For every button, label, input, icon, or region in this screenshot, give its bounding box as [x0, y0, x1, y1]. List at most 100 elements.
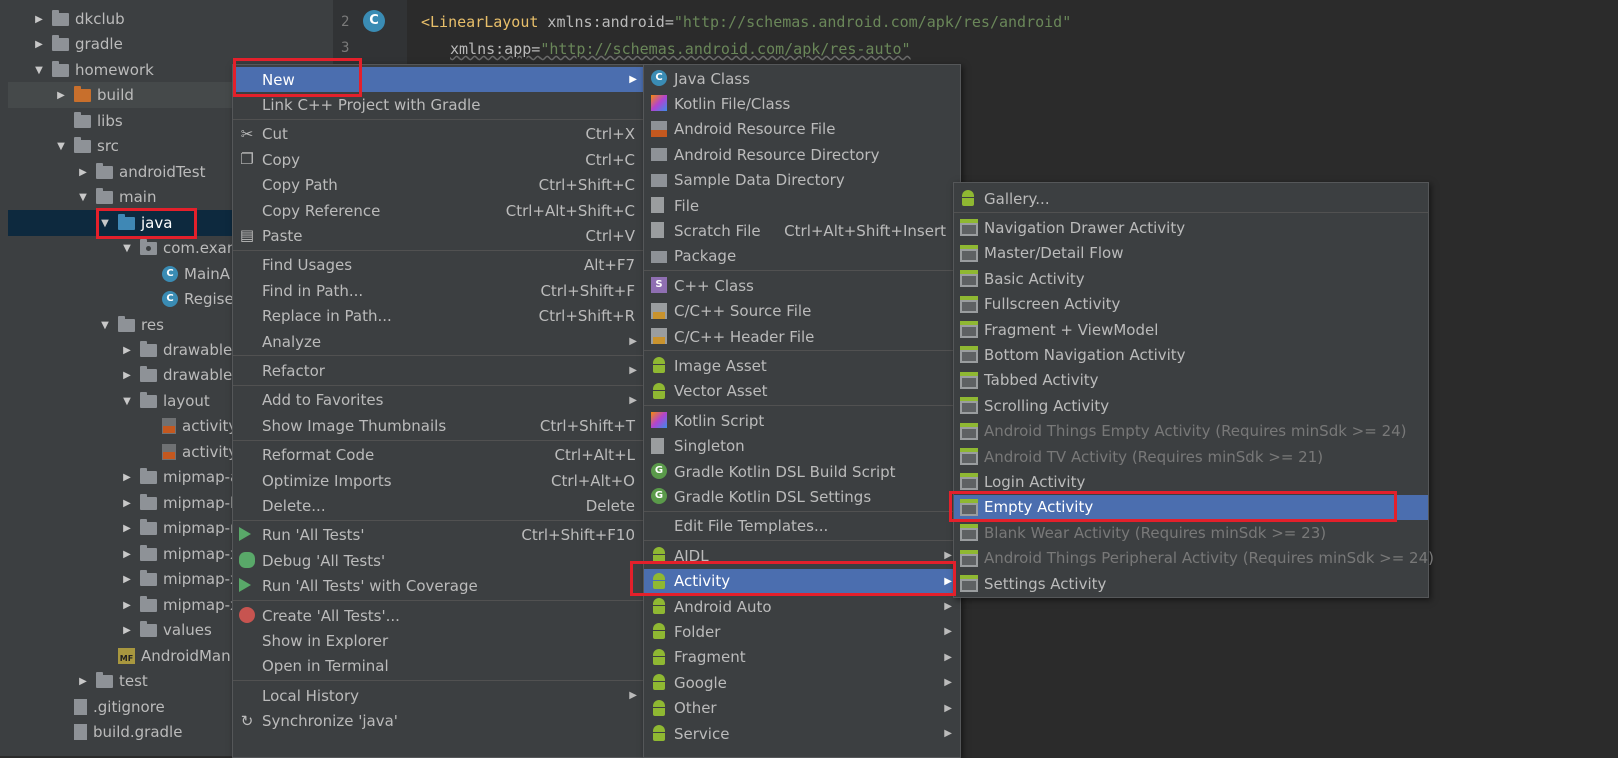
menu-item-fragment[interactable]: Fragment ▶ [644, 645, 960, 670]
menu-item-android-tv-activity-requires-minsdk-21: Android TV Activity (Requires minSdk >= … [954, 444, 1428, 469]
expanded-arrow-icon[interactable]: ▼ [32, 65, 46, 76]
menu-item-android-resource-directory[interactable]: Android Resource Directory [644, 142, 960, 167]
tree-item-label: mipmap-x [163, 545, 239, 563]
menu-item-image-asset[interactable]: Image Asset [644, 353, 960, 378]
menu-item-add-to-favorites[interactable]: Add to Favorites ▶ [233, 388, 645, 413]
menu-item-fullscreen-activity[interactable]: Fullscreen Activity [954, 292, 1428, 317]
expanded-arrow-icon[interactable]: ▼ [54, 141, 68, 152]
menu-item-android-resource-file[interactable]: Android Resource File [644, 117, 960, 142]
tree-item-gradle[interactable]: ▶ gradle [8, 31, 333, 57]
menu-item-run-all-tests[interactable]: Run 'All Tests' Ctrl+Shift+F10 [233, 523, 645, 548]
menu-item-package[interactable]: Package [644, 244, 960, 269]
menu-item-optimize-imports[interactable]: Optimize Imports Ctrl+Alt+O [233, 468, 645, 493]
menu-item-gradle-kotlin-dsl-settings[interactable]: G Gradle Kotlin DSL Settings [644, 484, 960, 509]
menu-item-scrolling-activity[interactable]: Scrolling Activity [954, 393, 1428, 418]
collapsed-arrow-icon[interactable]: ▶ [54, 90, 68, 101]
tree-item-label: mipmap-a [163, 468, 240, 486]
menu-item-label: Open in Terminal [262, 657, 389, 676]
tree-item-dkclub[interactable]: ▶ dkclub [8, 6, 333, 32]
menu-item-copy-reference[interactable]: Copy Reference Ctrl+Alt+Shift+C [233, 198, 645, 223]
expanded-arrow-icon[interactable]: ▼ [120, 396, 134, 407]
menu-item-show-in-explorer[interactable]: Show in Explorer [233, 628, 645, 653]
menu-item-label: Kotlin Script [674, 411, 765, 430]
menu-item-label: Master/Detail Flow [984, 244, 1124, 263]
tree-item-label: test [119, 672, 148, 690]
collapsed-arrow-icon[interactable]: ▶ [120, 370, 134, 381]
menu-item-gradle-kotlin-dsl-build-script[interactable]: G Gradle Kotlin DSL Build Script [644, 459, 960, 484]
menu-item-shortcut: Ctrl+Shift+C [538, 176, 635, 195]
folder-icon [140, 467, 157, 484]
menu-item-master-detail-flow[interactable]: Master/Detail Flow [954, 241, 1428, 266]
menu-item-debug-all-tests[interactable]: Debug 'All Tests' [233, 548, 645, 573]
menu-item-singleton[interactable]: Singleton [644, 434, 960, 459]
expanded-arrow-icon[interactable]: ▼ [120, 243, 134, 254]
menu-item-vector-asset[interactable]: Vector Asset [644, 379, 960, 404]
collapsed-arrow-icon[interactable]: ▶ [120, 472, 134, 483]
menu-item-edit-file-templates[interactable]: Edit File Templates... [644, 514, 960, 539]
menu-separator [233, 600, 645, 601]
menu-item-folder[interactable]: Folder ▶ [644, 619, 960, 644]
menu-item-c-c-source-file[interactable]: C/C++ Source File [644, 299, 960, 324]
menu-item-shortcut: Ctrl+C [585, 150, 635, 169]
menu-item-label: Gallery... [984, 189, 1050, 208]
menu-item-local-history[interactable]: Local History ▶ [233, 683, 645, 708]
menu-separator [954, 212, 1428, 214]
menu-item-basic-activity[interactable]: Basic Activity [954, 266, 1428, 291]
collapsed-arrow-icon[interactable]: ▶ [120, 625, 134, 636]
menu-item-create-all-tests[interactable]: Create 'All Tests'... [233, 603, 645, 628]
menu-item-replace-in-path[interactable]: Replace in Path... Ctrl+Shift+R [233, 304, 645, 329]
resource-file-icon [651, 120, 667, 137]
collapsed-arrow-icon[interactable]: ▶ [120, 574, 134, 585]
collapsed-arrow-icon[interactable]: ▶ [76, 676, 90, 687]
menu-item-analyze[interactable]: Analyze ▶ [233, 329, 645, 354]
collapsed-arrow-icon[interactable]: ▶ [120, 523, 134, 534]
menu-separator [233, 680, 645, 682]
menu-item-open-in-terminal[interactable]: Open in Terminal [233, 654, 645, 679]
menu-item-other[interactable]: Other ▶ [644, 696, 960, 721]
menu-item-paste[interactable]: ▤ Paste Ctrl+V [233, 223, 645, 248]
collapsed-arrow-icon[interactable]: ▶ [120, 600, 134, 611]
menu-item-find-usages[interactable]: Find Usages Alt+F7 [233, 253, 645, 278]
activity-template-icon [960, 321, 978, 338]
menu-item-copy-path[interactable]: Copy Path Ctrl+Shift+C [233, 173, 645, 198]
menu-item-navigation-drawer-activity[interactable]: Navigation Drawer Activity [954, 215, 1428, 240]
class-gutter-icon[interactable]: C [363, 10, 385, 32]
xml-attr: xmlns:app= [450, 40, 541, 58]
menu-item-kotlin-script[interactable]: Kotlin Script [644, 408, 960, 433]
collapsed-arrow-icon[interactable]: ▶ [32, 39, 46, 50]
expanded-arrow-icon[interactable]: ▼ [98, 320, 112, 331]
menu-item-gallery[interactable]: Gallery... [954, 186, 1428, 211]
menu-item-cut[interactable]: ✂ Cut Ctrl+X [233, 122, 645, 147]
menu-item-show-image-thumbnails[interactable]: Show Image Thumbnails Ctrl+Shift+T [233, 413, 645, 438]
menu-item-c-class[interactable]: S C++ Class [644, 273, 960, 298]
menu-item-delete[interactable]: Delete... Delete [233, 493, 645, 518]
expanded-arrow-icon[interactable]: ▼ [76, 192, 90, 203]
menu-item-java-class[interactable]: C Java Class [644, 66, 960, 91]
menu-item-synchronize-java[interactable]: ↻ Synchronize 'java' [233, 709, 645, 734]
collapsed-arrow-icon[interactable]: ▶ [120, 498, 134, 509]
menu-item-shortcut: Ctrl+Shift+R [538, 307, 635, 326]
menu-item-copy[interactable]: ❐ Copy Ctrl+C [233, 147, 645, 172]
menu-item-service[interactable]: Service ▶ [644, 721, 960, 746]
menu-item-reformat-code[interactable]: Reformat Code Ctrl+Alt+L [233, 443, 645, 468]
menu-item-android-auto[interactable]: Android Auto ▶ [644, 594, 960, 619]
menu-item-find-in-path[interactable]: Find in Path... Ctrl+Shift+F [233, 278, 645, 303]
collapsed-arrow-icon[interactable]: ▶ [120, 549, 134, 560]
menu-item-kotlin-file-class[interactable]: Kotlin File/Class [644, 91, 960, 116]
menu-item-label: Find Usages [262, 256, 353, 275]
menu-item-refactor[interactable]: Refactor ▶ [233, 358, 645, 383]
menu-item-fragment-viewmodel[interactable]: Fragment + ViewModel [954, 317, 1428, 342]
menu-item-run-all-tests-with-coverage[interactable]: Run 'All Tests' with Coverage [233, 574, 645, 599]
menu-item-settings-activity[interactable]: Settings Activity [954, 571, 1428, 596]
menu-item-scratch-file[interactable]: Scratch File Ctrl+Alt+Shift+Insert [644, 218, 960, 243]
collapsed-arrow-icon[interactable]: ▶ [120, 345, 134, 356]
collapsed-arrow-icon[interactable]: ▶ [32, 14, 46, 25]
menu-item-tabbed-activity[interactable]: Tabbed Activity [954, 368, 1428, 393]
menu-item-google[interactable]: Google ▶ [644, 670, 960, 695]
tree-item-label: drawable [163, 341, 233, 359]
menu-item-file[interactable]: File [644, 193, 960, 218]
collapsed-arrow-icon[interactable]: ▶ [76, 167, 90, 178]
menu-item-bottom-navigation-activity[interactable]: Bottom Navigation Activity [954, 342, 1428, 367]
menu-item-sample-data-directory[interactable]: Sample Data Directory [644, 168, 960, 193]
menu-item-c-c-header-file[interactable]: C/C++ Header File [644, 324, 960, 349]
